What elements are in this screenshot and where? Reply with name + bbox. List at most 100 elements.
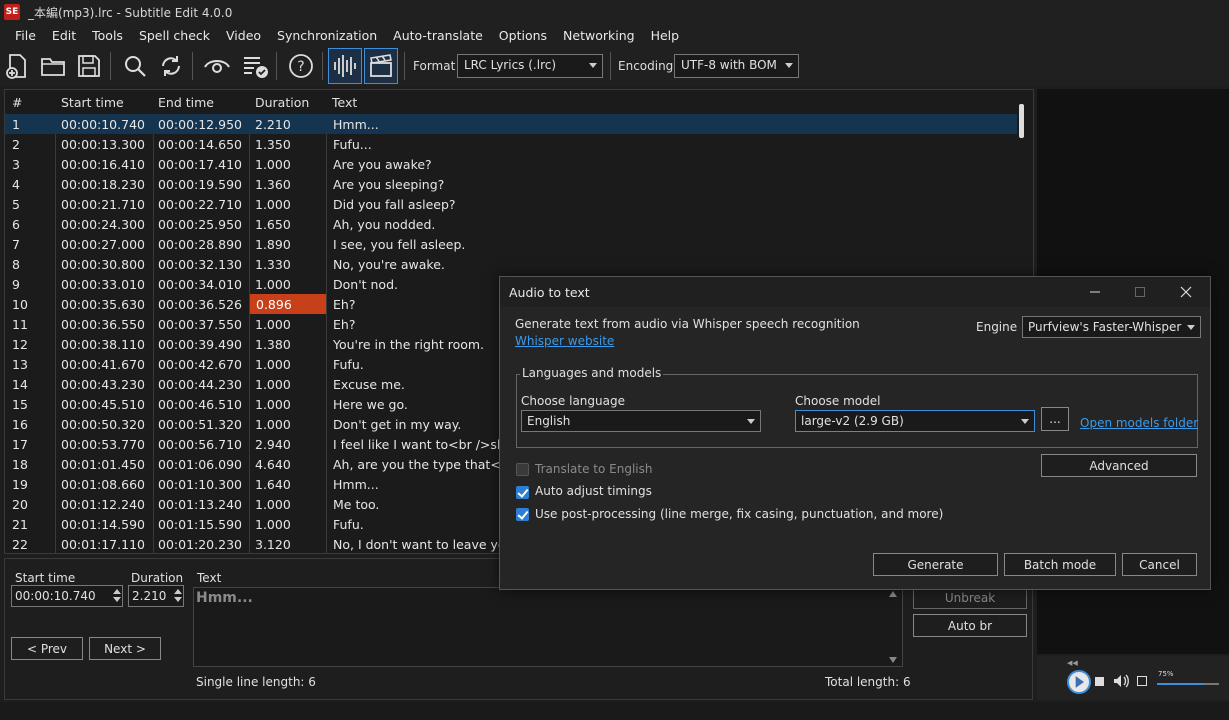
table-row[interactable]: 4 00:00:18.230 00:00:19.590 1.360 Are you sl… bbox=[5, 174, 1017, 194]
start-time-input[interactable]: 00:00:10.740 bbox=[11, 585, 123, 607]
cell-text: You're in the right room. bbox=[333, 337, 485, 352]
subtitle-text-input[interactable]: Hmm... bbox=[193, 587, 903, 667]
table-row[interactable]: 7 00:00:27.000 00:00:28.890 1.890 I see, you… bbox=[5, 234, 1017, 254]
advanced-button[interactable]: Advanced bbox=[1041, 454, 1197, 477]
volume-icon[interactable] bbox=[1113, 674, 1129, 688]
visual-sync-button[interactable] bbox=[200, 48, 234, 84]
menu-options[interactable]: Options bbox=[491, 28, 555, 43]
menu-spell-check[interactable]: Spell check bbox=[131, 28, 218, 43]
cell-end-time: 00:00:14.650 bbox=[158, 137, 242, 152]
cell-text: Fufu... bbox=[333, 137, 372, 152]
help-button[interactable]: ? bbox=[284, 48, 318, 84]
menu-synchronization[interactable]: Synchronization bbox=[269, 28, 385, 43]
cell-number: 18 bbox=[12, 457, 28, 472]
spinner-icon[interactable] bbox=[113, 589, 121, 605]
translate-checkbox[interactable] bbox=[516, 463, 529, 476]
spell-check-button[interactable] bbox=[238, 48, 272, 84]
menu-edit[interactable]: Edit bbox=[44, 28, 84, 43]
open-file-button[interactable] bbox=[36, 48, 70, 84]
cell-text: Hmm... bbox=[333, 117, 379, 132]
column-start-time[interactable]: Start time bbox=[61, 95, 124, 110]
cell-end-time: 00:00:25.950 bbox=[158, 217, 242, 232]
post-processing-checkbox[interactable] bbox=[516, 508, 529, 521]
format-select-value: LRC Lyrics (.lrc) bbox=[464, 58, 557, 72]
dialog-title: Audio to text bbox=[509, 285, 590, 300]
cell-text: Eh? bbox=[333, 317, 356, 332]
cell-end-time: 00:01:15.590 bbox=[158, 517, 242, 532]
auto-br-button[interactable]: Auto br bbox=[913, 614, 1027, 637]
spinner-icon[interactable] bbox=[174, 589, 182, 605]
table-row[interactable]: 2 00:00:13.300 00:00:14.650 1.350 Fufu... bbox=[5, 134, 1017, 154]
toolbar: ? Format LRC Lyrics (.lrc) Encoding UTF-… bbox=[0, 46, 1229, 86]
choose-model-label: Choose model bbox=[795, 394, 881, 408]
language-select[interactable]: English bbox=[521, 410, 761, 432]
find-button[interactable] bbox=[118, 48, 152, 84]
cell-end-time: 00:00:36.526 bbox=[158, 297, 242, 312]
column-duration[interactable]: Duration bbox=[255, 95, 309, 110]
open-models-folder-link[interactable]: Open models folder bbox=[1080, 416, 1198, 430]
column-text[interactable]: Text bbox=[332, 95, 357, 110]
stop-button[interactable] bbox=[1095, 677, 1104, 686]
scrollbar-thumb[interactable] bbox=[1019, 104, 1024, 138]
duration-input[interactable]: 2.210 bbox=[128, 585, 184, 607]
cell-number: 5 bbox=[12, 197, 20, 212]
table-row[interactable]: 8 00:00:30.800 00:00:32.130 1.330 No, you're… bbox=[5, 254, 1017, 274]
scroll-up-icon[interactable] bbox=[889, 591, 897, 597]
table-row[interactable]: 1 00:00:10.740 00:00:12.950 2.210 Hmm... bbox=[5, 114, 1017, 134]
encoding-select[interactable]: UTF-8 with BOM bbox=[674, 54, 799, 78]
cell-number: 17 bbox=[12, 437, 28, 452]
cell-text: I see, you fell asleep. bbox=[333, 237, 466, 252]
menu-auto-translate[interactable]: Auto-translate bbox=[385, 28, 491, 43]
cell-duration: 1.000 bbox=[255, 317, 291, 332]
download-model-button[interactable]: ... bbox=[1041, 407, 1069, 431]
cell-duration: 1.330 bbox=[255, 257, 291, 272]
table-row[interactable]: 3 00:00:16.410 00:00:17.410 1.000 Are you aw… bbox=[5, 154, 1017, 174]
cell-duration: 1.000 bbox=[255, 197, 291, 212]
column-end-time[interactable]: End time bbox=[158, 95, 214, 110]
prev-button[interactable]: < Prev bbox=[11, 637, 83, 660]
format-select[interactable]: LRC Lyrics (.lrc) bbox=[457, 54, 603, 78]
encoding-select-value: UTF-8 with BOM bbox=[681, 58, 777, 72]
cell-number: 2 bbox=[12, 137, 20, 152]
table-row[interactable]: 6 00:00:24.300 00:00:25.950 1.650 Ah, you no… bbox=[5, 214, 1017, 234]
cancel-button[interactable]: Cancel bbox=[1122, 553, 1197, 576]
menu-tools[interactable]: Tools bbox=[84, 28, 131, 43]
batch-mode-button[interactable]: Batch mode bbox=[1004, 553, 1116, 576]
search-icon bbox=[125, 56, 146, 77]
table-row[interactable]: 5 00:00:21.710 00:00:22.710 1.000 Did you fa… bbox=[5, 194, 1017, 214]
maximize-icon bbox=[1135, 287, 1145, 297]
menu-video[interactable]: Video bbox=[218, 28, 269, 43]
minimize-button[interactable] bbox=[1075, 281, 1115, 303]
toggle-video-button[interactable] bbox=[364, 48, 398, 84]
cell-number: 22 bbox=[12, 537, 28, 552]
scroll-down-icon[interactable] bbox=[889, 657, 897, 663]
replace-button[interactable] bbox=[154, 48, 188, 84]
cell-text: Ah, are you the type that<br bbox=[333, 457, 514, 472]
model-select[interactable]: large-v2 (2.9 GB) bbox=[795, 410, 1035, 432]
cell-start-time: 00:01:08.660 bbox=[61, 477, 145, 492]
generate-button[interactable]: Generate bbox=[873, 553, 998, 576]
column-number[interactable]: # bbox=[12, 95, 22, 110]
new-file-button[interactable] bbox=[0, 48, 34, 84]
next-button[interactable]: Next > bbox=[89, 637, 161, 660]
auto-adjust-checkbox[interactable] bbox=[516, 486, 529, 499]
close-button[interactable] bbox=[1166, 281, 1206, 303]
maximize-button[interactable] bbox=[1120, 281, 1160, 303]
play-button[interactable] bbox=[1067, 670, 1091, 694]
menu-file[interactable]: File bbox=[7, 28, 44, 43]
svg-text:?: ? bbox=[297, 59, 304, 75]
cell-start-time: 00:00:30.800 bbox=[61, 257, 145, 272]
fullscreen-button[interactable] bbox=[1137, 676, 1147, 686]
engine-select[interactable]: Purfview's Faster-Whisper bbox=[1022, 316, 1201, 338]
menu-help[interactable]: Help bbox=[643, 28, 688, 43]
title-bar: SE _本編(mp3).lrc - Subtitle Edit 4.0.0 bbox=[0, 0, 1229, 24]
cell-start-time: 00:01:17.110 bbox=[61, 537, 145, 552]
save-button[interactable] bbox=[72, 48, 106, 84]
start-time-value: 00:00:10.740 bbox=[15, 589, 96, 603]
toggle-waveform-button[interactable] bbox=[328, 48, 362, 84]
engine-label: Engine bbox=[976, 320, 1018, 334]
whisper-website-link[interactable]: Whisper website bbox=[515, 334, 614, 348]
menu-networking[interactable]: Networking bbox=[555, 28, 643, 43]
volume-slider[interactable] bbox=[1157, 683, 1219, 685]
rewind-icon[interactable]: ◀◀ bbox=[1067, 659, 1078, 667]
